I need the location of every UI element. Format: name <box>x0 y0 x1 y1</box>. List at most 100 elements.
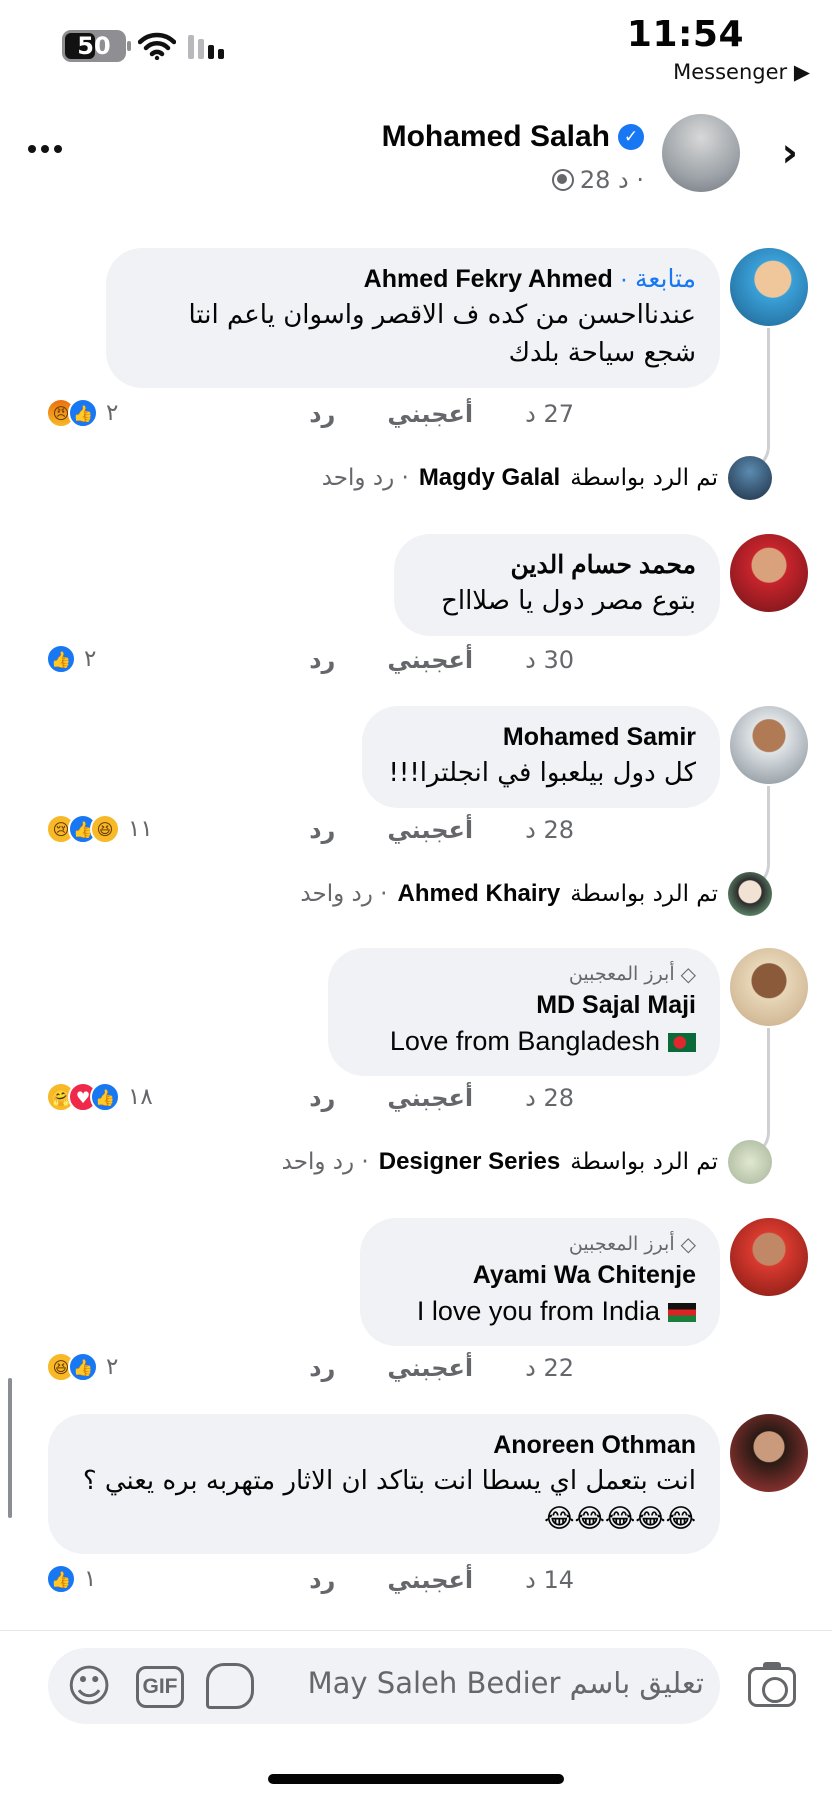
comment-actions: 22 د أعجبني رد <box>309 1354 574 1382</box>
home-indicator[interactable] <box>268 1774 564 1784</box>
follow-button[interactable]: متابعة <box>635 265 696 293</box>
like-reaction-icon: 👍 <box>46 644 76 674</box>
like-button[interactable]: أعجبني <box>387 816 473 844</box>
replied-by-label: تم الرد بواسطة <box>570 881 718 907</box>
replier-name: Magdy Galal <box>418 464 561 491</box>
commenter-avatar[interactable] <box>730 534 808 612</box>
comment-author[interactable]: Mohamed Samir <box>388 720 696 754</box>
replier-name: Designer Series <box>378 1148 561 1175</box>
like-button[interactable]: أعجبني <box>387 646 473 674</box>
comment-input-placeholder[interactable]: تعليق باسم May Saleh Bedier <box>308 1666 704 1700</box>
sticker-icon[interactable] <box>206 1663 254 1709</box>
comment-author[interactable]: Ayami Wa Chitenje <box>386 1258 696 1292</box>
reaction-count: ٢ <box>106 400 119 426</box>
comment-bubble: محمد حسام الدين بتوع مصر دول يا صلاااح <box>394 534 720 636</box>
replied-by-label: تم الرد بواسطة <box>570 1149 718 1175</box>
reaction-summary[interactable]: 👍 ١ <box>46 1564 96 1594</box>
post-author-name[interactable]: Mohamed Salah <box>382 120 610 154</box>
reply-button[interactable]: رد <box>309 646 335 674</box>
scrollbar-thumb[interactable] <box>8 1378 12 1518</box>
verified-badge-icon: ✓ <box>618 124 644 150</box>
bangladesh-flag-icon <box>668 1033 696 1052</box>
replier-avatar <box>728 872 772 916</box>
reply-button[interactable]: رد <box>309 1084 335 1112</box>
reply-button[interactable]: رد <box>309 400 335 428</box>
like-button[interactable]: أعجبني <box>387 1084 473 1112</box>
reply-button[interactable]: رد <box>309 816 335 844</box>
reply-thread-line <box>736 1028 770 1158</box>
smiley-icon[interactable]: ☺ <box>66 1660 112 1712</box>
view-replies-link[interactable]: تم الرد بواسطة Designer Series · رد واحد <box>282 1140 772 1184</box>
reply-count: · رد واحد <box>300 881 388 907</box>
commenter-avatar[interactable] <box>730 1414 808 1492</box>
view-replies-link[interactable]: تم الرد بواسطة Ahmed Khairy · رد واحد <box>300 872 772 916</box>
comment-time: 30 د <box>525 646 574 674</box>
haha-reaction-icon: 😆 <box>90 814 120 844</box>
comment-actions: 14 د أعجبني رد <box>309 1566 574 1594</box>
view-replies-link[interactable]: تم الرد بواسطة Magdy Galal · رد واحد <box>322 456 772 500</box>
comment-emoji: 😂😂😂😂😂 <box>544 1504 696 1534</box>
reaction-count: ٢ <box>106 1354 119 1380</box>
cellular-signal-icon <box>188 33 224 59</box>
reaction-count: ١٨ <box>128 1084 153 1110</box>
top-fan-label: أبرز المعجبين <box>568 1233 675 1255</box>
comment-author[interactable]: MD Sajal Maji <box>354 988 696 1022</box>
replier-name: Ahmed Khairy <box>397 880 561 907</box>
comment-author[interactable]: محمد حسام الدين <box>420 548 696 582</box>
reaction-summary[interactable]: 😠 👍 ٢ <box>46 398 118 428</box>
comment-actions: 27 د أعجبني رد <box>309 400 574 428</box>
reaction-summary[interactable]: 😆 👍 ٢ <box>46 1352 118 1382</box>
commenter-avatar[interactable] <box>730 248 808 326</box>
commenter-avatar[interactable] <box>730 1218 808 1296</box>
post-author-row: Mohamed Salah ✓ <box>382 120 644 154</box>
reaction-summary[interactable]: 😢 👍 😆 ١١ <box>46 814 153 844</box>
comment-text: انت بتعمل اي يسطا انت بتاكد ان الاثار مت… <box>82 1466 696 1496</box>
replied-by-label: تم الرد بواسطة <box>570 465 718 491</box>
battery-level: 50 <box>77 32 111 60</box>
reaction-summary[interactable]: 🤗 ♥ 👍 ١٨ <box>46 1082 153 1112</box>
wifi-icon <box>138 32 176 60</box>
commenter-avatar[interactable] <box>730 706 808 784</box>
comment-author[interactable]: Anoreen Othman <box>74 1428 696 1462</box>
more-options-button[interactable] <box>28 136 68 162</box>
post-header: Mohamed Salah ✓ 28 د · › <box>0 108 832 198</box>
commenter-avatar[interactable] <box>730 948 808 1026</box>
like-reaction-icon: 👍 <box>68 1352 98 1382</box>
like-button[interactable]: أعجبني <box>387 1566 473 1594</box>
comment-time: 28 د <box>525 816 574 844</box>
comment-time: 28 د <box>525 1084 574 1112</box>
comment-text-row: Love from Bangladesh <box>354 1022 696 1060</box>
comment-text: عندنااحسن من كده ف الاقصر واسوان ياعم ان… <box>188 300 696 368</box>
comment-bubble: ◇ أبرز المعجبين Ayami Wa Chitenje I love… <box>360 1218 720 1346</box>
reaction-count: ١ <box>84 1566 97 1592</box>
comment-text: بتوع مصر دول يا صلاااح <box>441 586 696 616</box>
malawi-flag-icon <box>668 1303 696 1322</box>
replier-avatar <box>728 1140 772 1184</box>
camera-icon[interactable] <box>748 1662 796 1707</box>
reaction-count: ٢ <box>84 646 97 672</box>
chevron-right-icon[interactable]: › <box>782 130 798 176</box>
comment-bubble: Mohamed Samir كل دول بيلعبوا في انجلترا!… <box>362 706 720 808</box>
reply-button[interactable]: رد <box>309 1566 335 1594</box>
comment-author[interactable]: Ahmed Fekry Ahmed <box>364 265 613 293</box>
like-button[interactable]: أعجبني <box>387 1354 473 1382</box>
like-button[interactable]: أعجبني <box>387 400 473 428</box>
comment-actions: 28 د أعجبني رد <box>309 1084 574 1112</box>
like-reaction-icon: 👍 <box>90 1082 120 1112</box>
post-time: 28 د · <box>579 166 644 194</box>
like-reaction-icon: 👍 <box>46 1564 76 1594</box>
reaction-summary[interactable]: 👍 ٢ <box>46 644 96 674</box>
comment-text: Love from Bangladesh <box>389 1026 660 1056</box>
diamond-icon: ◇ <box>680 1232 696 1256</box>
gif-button[interactable]: GIF <box>136 1666 184 1708</box>
reply-count: · رد واحد <box>321 465 409 491</box>
status-bar: 50 11:54 Messenger ▶ <box>0 0 832 100</box>
reply-count: · رد واحد <box>281 1149 369 1175</box>
diamond-icon: ◇ <box>680 962 696 986</box>
post-author-avatar[interactable] <box>662 114 740 192</box>
reply-thread-line <box>736 328 770 472</box>
back-to-messenger-link[interactable]: Messenger ▶ <box>673 60 810 84</box>
status-left: 50 <box>62 30 224 62</box>
reply-button[interactable]: رد <box>309 1354 335 1382</box>
battery-icon: 50 <box>62 30 131 62</box>
